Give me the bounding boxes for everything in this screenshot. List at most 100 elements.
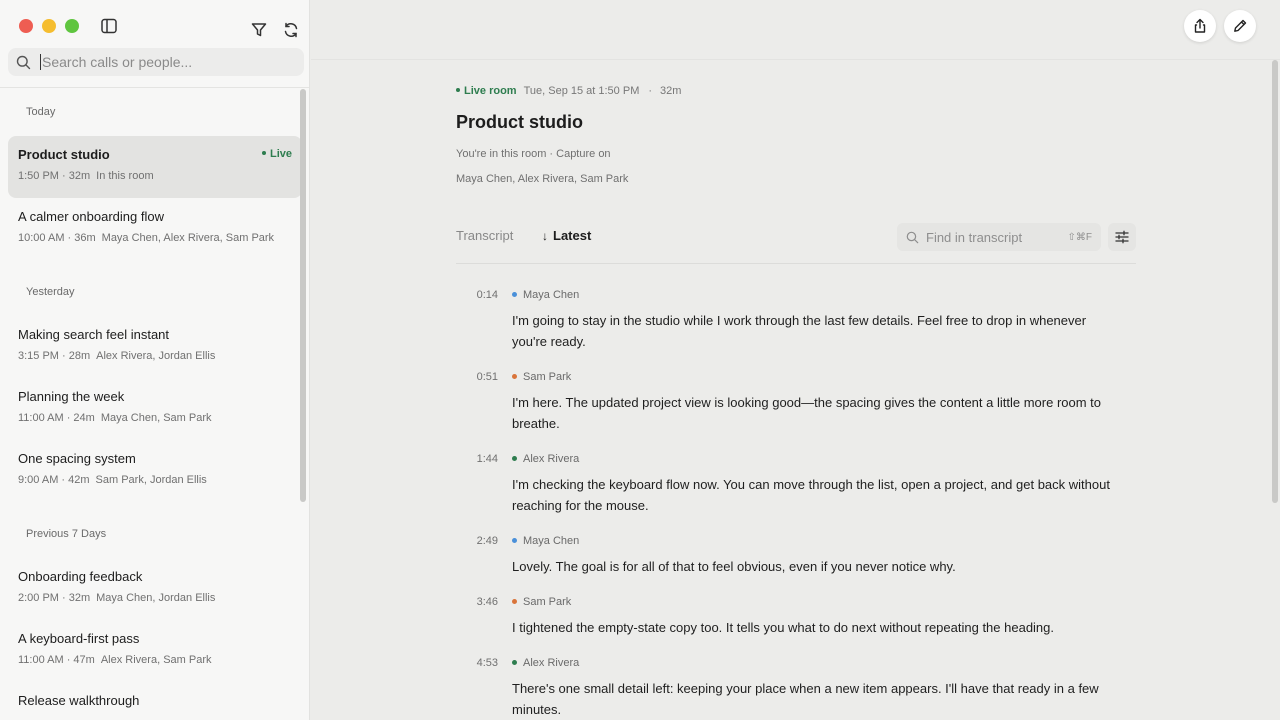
- entry-text: Lovely. The goal is for all of that to f…: [512, 559, 956, 574]
- list-item[interactable]: One spacing system 9:00 AM · 42m Sam Park…: [8, 440, 302, 502]
- entry-timestamp[interactable]: 0:51: [456, 371, 498, 383]
- pencil-icon: [1234, 19, 1247, 32]
- entry-timestamp[interactable]: 2:49: [456, 535, 498, 547]
- status-separator: ·: [648, 85, 653, 97]
- transcript-entry: 4:53 Alex Rivera There's one small detai…: [456, 657, 1136, 720]
- header-divider: [311, 59, 1280, 60]
- entry-text: I tightened the empty-state copy too. It…: [512, 620, 1055, 635]
- call-people: Alex Rivera, Jordan Ellis: [96, 350, 216, 362]
- sidebar-scrollbar[interactable]: [300, 89, 306, 502]
- minimize-window-button[interactable]: [42, 19, 56, 33]
- transcript-settings-button[interactable]: [1108, 223, 1136, 251]
- keyboard-shortcut: ⇧⌘F: [1067, 231, 1093, 243]
- search-icon: [906, 231, 919, 243]
- entry-timestamp[interactable]: 3:46: [456, 596, 498, 608]
- live-badge: Live: [262, 148, 292, 160]
- entry-text: I'm here. The updated project view is lo…: [512, 395, 1102, 431]
- list-item[interactable]: A keyboard-first pass 11:00 AM · 47m Alex…: [8, 620, 302, 682]
- room-subtitle: You're in this room · Capture on: [456, 148, 611, 160]
- entry-speaker: Sam Park: [512, 371, 571, 383]
- list-item[interactable]: Making search feel instant 3:15 PM · 28m…: [8, 316, 302, 378]
- call-time: 1:50 PM · 32m: [18, 170, 91, 182]
- find-placeholder: Find in transcript: [926, 229, 1023, 245]
- transcript-entry: 3:46 Sam Park I tightened the empty-stat…: [456, 596, 1136, 657]
- call-people: Sam Park, Jordan Ellis: [95, 474, 207, 486]
- call-time: 9:00 AM · 42m: [18, 474, 90, 486]
- refresh-icon[interactable]: [279, 18, 303, 42]
- list-item[interactable]: Release walkthrough: [8, 682, 302, 720]
- call-time: 11:00 AM · 24m: [18, 412, 95, 424]
- call-time: 2:00 PM · 32m: [18, 592, 91, 604]
- sidebar: Today Product studio Live 1:50 PM · 32m I…: [0, 0, 310, 720]
- arrow-down-icon: ↓: [542, 229, 548, 243]
- edit-button[interactable]: [1224, 10, 1256, 42]
- list-item[interactable]: Product studio Live 1:50 PM · 32m In this…: [8, 136, 302, 198]
- entry-speaker: Maya Chen: [512, 535, 579, 547]
- call-meta: 9:00 AM · 42m Sam Park, Jordan Ellis: [18, 474, 293, 486]
- transcript-entry: 1:44 Alex Rivera I'm checking the keyboa…: [456, 453, 1136, 535]
- room-date: Tue, Sep 15 at 1:50 PM: [523, 85, 640, 97]
- entry-speaker: Sam Park: [512, 596, 571, 608]
- room-participants: Maya Chen, Alex Rivera, Sam Park: [456, 173, 629, 185]
- share-icon: [1194, 18, 1206, 33]
- call-meta: 10:00 AM · 36m Maya Chen, Alex Rivera, Sa…: [18, 232, 293, 244]
- sliders-icon: [1115, 230, 1129, 244]
- list-item[interactable]: Planning the week 11:00 AM · 24m Maya Che…: [8, 378, 302, 440]
- transcript-divider: [456, 263, 1136, 264]
- main-scrollbar[interactable]: [1272, 60, 1278, 503]
- call-people: Maya Chen, Sam Park: [100, 412, 212, 424]
- room-duration: 32m: [660, 85, 682, 97]
- call-time: 10:00 AM · 36m: [18, 232, 96, 244]
- call-meta: 2:00 PM · 32m Maya Chen, Jordan Ellis: [18, 592, 293, 604]
- text-caret: [40, 54, 41, 70]
- entry-text: I'm checking the keyboard flow now. You …: [512, 477, 1110, 513]
- maximize-window-button[interactable]: [65, 19, 79, 33]
- call-time: 3:15 PM · 28m: [18, 350, 91, 362]
- close-window-button[interactable]: [19, 19, 33, 33]
- find-in-transcript-input[interactable]: Find in transcript ⇧⌘F: [897, 223, 1101, 251]
- call-people: Alex Rivera, Sam Park: [100, 654, 212, 666]
- list-item[interactable]: Onboarding feedback 2:00 PM · 32m Maya Ch…: [8, 558, 302, 620]
- sort-latest-button[interactable]: ↓ Latest: [542, 228, 591, 243]
- search-input[interactable]: [42, 54, 282, 70]
- call-title: A keyboard-first pass: [18, 631, 140, 646]
- call-time: 11:00 AM · 47m: [18, 654, 95, 666]
- call-title: One spacing system: [18, 451, 136, 466]
- entry-text: I'm going to stay in the studio while I …: [512, 313, 1087, 349]
- entry-timestamp[interactable]: 0:14: [456, 289, 498, 301]
- page-title: Product studio: [456, 112, 583, 132]
- call-title: Release walkthrough: [18, 693, 140, 708]
- transcript-list: 0:14 Maya Chen I'm going to stay in the …: [456, 289, 1136, 720]
- filter-icon[interactable]: [247, 18, 271, 42]
- call-people: Maya Chen, Alex Rivera, Sam Park: [101, 232, 275, 244]
- sort-label: Latest: [553, 228, 592, 243]
- call-meta: 11:00 AM · 24m Maya Chen, Sam Park: [18, 412, 293, 424]
- call-people: Maya Chen, Jordan Ellis: [96, 592, 216, 604]
- search-field[interactable]: [8, 48, 304, 76]
- entry-timestamp[interactable]: 1:44: [456, 453, 498, 465]
- sidebar-toggle-icon[interactable]: [97, 14, 121, 38]
- entry-timestamp[interactable]: 4:53: [456, 657, 498, 669]
- main-pane: Live room Tue, Sep 15 at 1:50 PM · 32m Prod…: [311, 0, 1280, 720]
- call-title: Onboarding feedback: [18, 569, 143, 584]
- entry-text: There's one small detail left: keeping y…: [512, 681, 1099, 717]
- call-title: Product studio: [18, 147, 110, 162]
- search-icon: [16, 55, 31, 69]
- room-status: Live room Tue, Sep 15 at 1:50 PM · 32m: [456, 85, 681, 97]
- group-label-yesterday: Yesterday: [26, 286, 75, 298]
- transcript-toolbar: Transcript ↓ Latest Find in transcript ⇧⌘…: [456, 223, 1136, 251]
- list-item[interactable]: A calmer onboarding flow 10:00 AM · 36m M…: [8, 198, 302, 260]
- tab-transcript[interactable]: Transcript: [456, 228, 513, 243]
- share-button[interactable]: [1184, 10, 1216, 42]
- call-title: Planning the week: [18, 389, 125, 404]
- call-meta: 1:50 PM · 32m In this room: [18, 170, 293, 182]
- group-label-previous-7-days: Previous 7 Days: [26, 528, 107, 540]
- call-meta: 11:00 AM · 47m Alex Rivera, Sam Park: [18, 654, 293, 666]
- transcript-entry: 0:51 Sam Park I'm here. The updated proj…: [456, 371, 1136, 453]
- entry-speaker: Alex Rivera: [512, 657, 579, 669]
- call-people: In this room: [96, 170, 154, 182]
- call-title: A calmer onboarding flow: [18, 209, 164, 224]
- call-list: Today Product studio Live 1:50 PM · 32m I…: [0, 88, 302, 720]
- call-meta: 3:15 PM · 28m Alex Rivera, Jordan Ellis: [18, 350, 293, 362]
- transcript-entry: 2:49 Maya Chen Lovely. The goal is for a…: [456, 535, 1136, 596]
